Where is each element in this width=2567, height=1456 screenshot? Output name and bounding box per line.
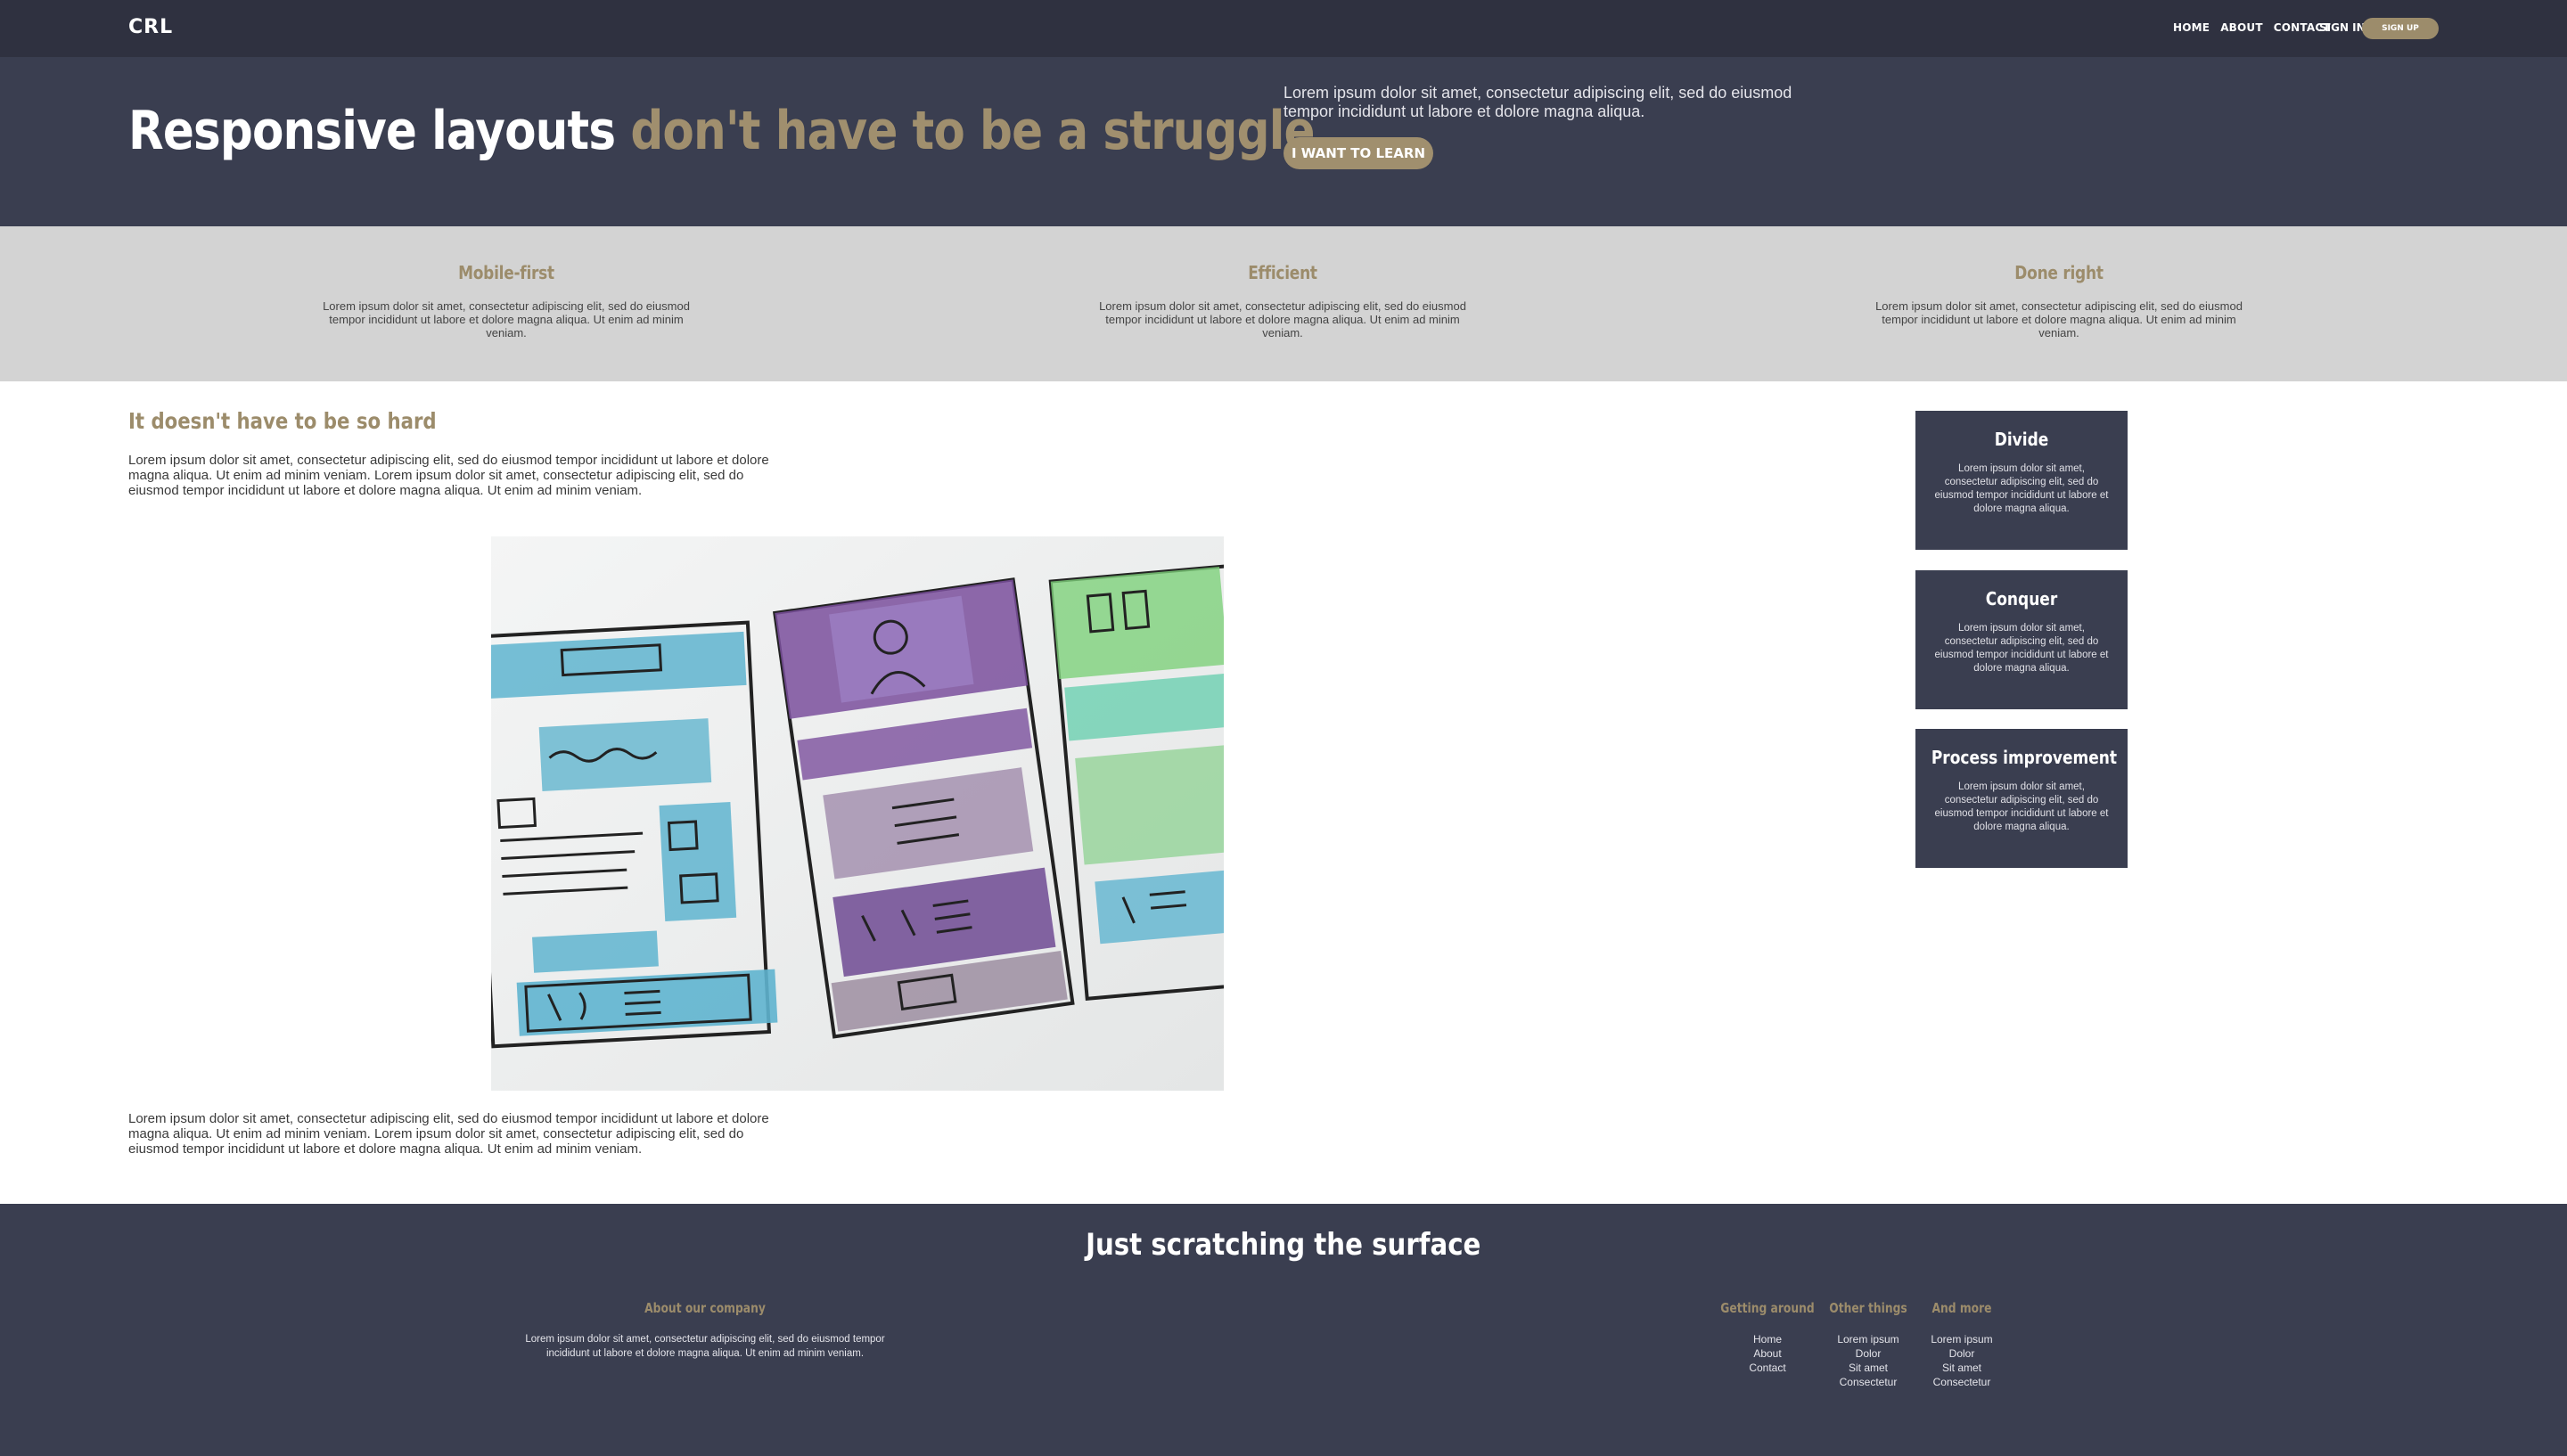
footer-link[interactable]: Sit amet xyxy=(1904,1361,2020,1375)
feature-efficient: Efficient Lorem ipsum dolor sit amet, co… xyxy=(1095,262,1470,339)
hero-title: Responsive layouts don't have to be a st… xyxy=(128,100,1316,162)
footer-col-title: Getting around xyxy=(1720,1300,1815,1316)
card-title: Divide xyxy=(1994,429,2049,450)
footer-title: Just scratching the surface xyxy=(0,1227,2567,1263)
card-process-improvement: Process improvement Lorem ipsum dolor si… xyxy=(1915,729,2128,868)
article-title: It doesn't have to be so hard xyxy=(128,408,437,434)
card-conquer: Conquer Lorem ipsum dolor sit amet, cons… xyxy=(1915,570,2128,709)
nav-home-link[interactable]: HOME xyxy=(2173,21,2210,34)
footer-col-title: And more xyxy=(1931,1300,1992,1316)
footer-about-title: About our company xyxy=(644,1300,766,1316)
footer-link[interactable]: Dolor xyxy=(1904,1346,2020,1361)
hero-title-accent: don't have to be a struggle xyxy=(630,100,1315,162)
feature-mobile-first: Mobile-first Lorem ipsum dolor sit amet,… xyxy=(319,262,693,339)
footer-link[interactable]: Consectetur xyxy=(1904,1375,2020,1389)
footer-col-title: Other things xyxy=(1829,1300,1907,1316)
feature-title: Mobile-first xyxy=(458,262,554,283)
article-paragraph-1: Lorem ipsum dolor sit amet, consectetur … xyxy=(128,453,769,498)
feature-text: Lorem ipsum dolor sit amet, consectetur … xyxy=(1099,299,1466,339)
feature-title: Efficient xyxy=(1248,262,1317,283)
footer-title-text: Just scratching the surface xyxy=(1086,1227,1481,1263)
sign-up-button[interactable]: SIGN UP xyxy=(2362,18,2439,39)
hero-title-main: Responsive layouts xyxy=(128,100,616,162)
card-divide: Divide Lorem ipsum dolor sit amet, conse… xyxy=(1915,411,2128,550)
footer-link-home[interactable]: Home xyxy=(1710,1332,1825,1346)
learn-button[interactable]: I WANT TO LEARN xyxy=(1284,137,1433,169)
card-text: Lorem ipsum dolor sit amet, consectetur … xyxy=(1934,463,2109,514)
main-nav: HOME ABOUT CONTACT xyxy=(2173,21,2331,34)
footer-link-about[interactable]: About xyxy=(1710,1346,1825,1361)
hero-text: Lorem ipsum dolor sit amet, consectetur … xyxy=(1284,84,1792,120)
sign-in-link[interactable]: SIGN IN xyxy=(2319,21,2366,34)
footer-about: About our company Lorem ipsum dolor sit … xyxy=(517,1300,893,1361)
feature-text: Lorem ipsum dolor sit amet, consectetur … xyxy=(1875,299,2243,339)
card-title: Process improvement xyxy=(1931,747,2117,768)
logo[interactable]: CRL xyxy=(128,16,173,38)
footer: Just scratching the surface About our co… xyxy=(0,1204,2567,1456)
card-text: Lorem ipsum dolor sit amet, consectetur … xyxy=(1934,781,2109,832)
footer-col-and-more: And more Lorem ipsum Dolor Sit amet Cons… xyxy=(1904,1300,2020,1389)
wireframe-sketch-image xyxy=(491,536,1224,1091)
hero-section: Responsive layouts don't have to be a st… xyxy=(0,57,2567,226)
card-text: Lorem ipsum dolor sit amet, consectetur … xyxy=(1934,623,2109,674)
footer-link[interactable]: Lorem ipsum xyxy=(1904,1332,2020,1346)
footer-col-getting-around: Getting around Home About Contact xyxy=(1710,1300,1825,1375)
top-nav: CRL HOME ABOUT CONTACT SIGN IN SIGN UP xyxy=(0,0,2567,57)
article-paragraph-2: Lorem ipsum dolor sit amet, consectetur … xyxy=(128,1111,769,1157)
feature-title: Done right xyxy=(2014,262,2104,283)
footer-link-contact[interactable]: Contact xyxy=(1710,1361,1825,1375)
nav-about-link[interactable]: ABOUT xyxy=(2220,21,2263,34)
feature-done-right: Done right Lorem ipsum dolor sit amet, c… xyxy=(1872,262,2246,339)
footer-about-text: Lorem ipsum dolor sit amet, consectetur … xyxy=(525,1334,885,1359)
feature-text: Lorem ipsum dolor sit amet, consectetur … xyxy=(323,299,690,339)
card-title: Conquer xyxy=(1985,588,2058,609)
features-band: Mobile-first Lorem ipsum dolor sit amet,… xyxy=(0,226,2567,381)
